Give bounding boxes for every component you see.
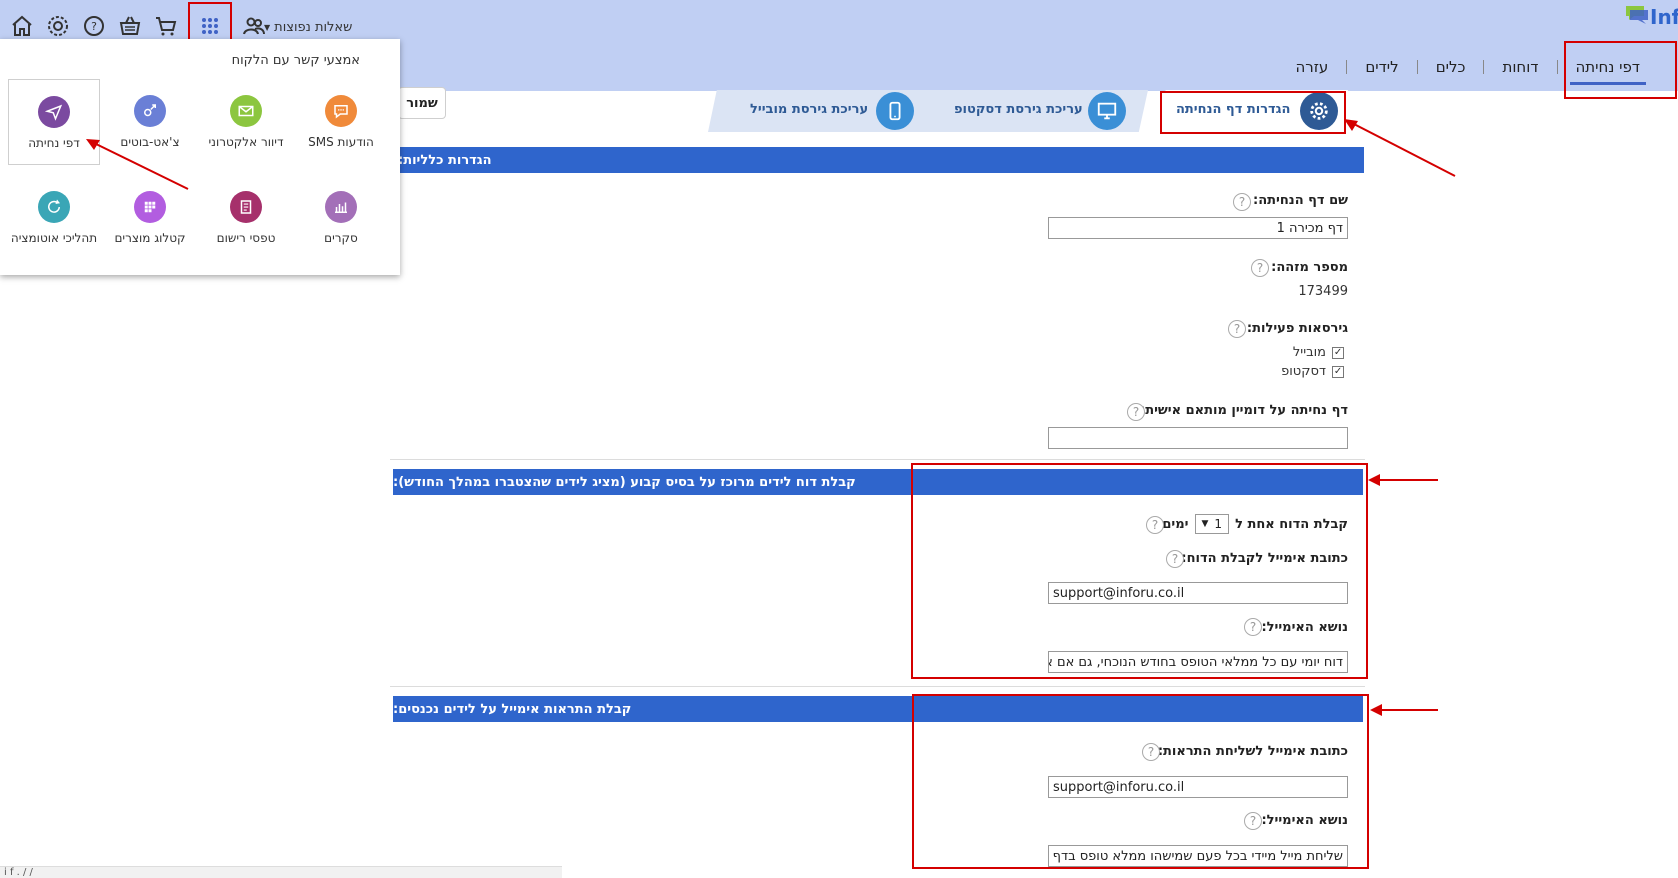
annotation-arrow-alerts bbox=[1370, 704, 1438, 716]
sms-icon bbox=[325, 95, 357, 127]
form-icon bbox=[230, 191, 262, 223]
nav-help[interactable]: עזרה bbox=[1277, 58, 1346, 76]
mobile-icon bbox=[876, 92, 914, 130]
general-settings-header: הגדרות כלליות: bbox=[398, 147, 1364, 173]
faq-menu[interactable]: ▼ שאלות נפוצות bbox=[264, 20, 352, 35]
logo-text: Inf bbox=[1650, 5, 1678, 29]
annotation-box-alerts bbox=[912, 694, 1369, 869]
apps-grid-icon bbox=[202, 18, 218, 34]
nav-reports[interactable]: דוחות bbox=[1484, 58, 1556, 76]
id-value: 173499 bbox=[1298, 284, 1348, 299]
divider bbox=[390, 686, 1365, 687]
app-automation-label: תהליכי אוטומציה bbox=[10, 231, 98, 245]
basket-icon[interactable] bbox=[116, 12, 144, 40]
annotation-arrow-report bbox=[1368, 474, 1438, 486]
help-circle-icon[interactable]: ? bbox=[1127, 403, 1145, 421]
nav-tools[interactable]: כלים bbox=[1418, 58, 1484, 76]
desktop-icon bbox=[1088, 92, 1126, 130]
header-icons: ? bbox=[8, 2, 276, 50]
email-icon bbox=[230, 95, 262, 127]
app-sms[interactable]: הודעות SMS bbox=[295, 79, 387, 165]
nav-separator bbox=[1416, 60, 1418, 74]
apps-dropdown: אמצעי קשר עם הלקוח הודעות SMS דיוור אלקט… bbox=[0, 39, 400, 275]
help-circle-icon[interactable]: ? bbox=[1228, 320, 1246, 338]
bar-chart-icon bbox=[325, 191, 357, 223]
app-landing-pages-label: דפי נחיתה bbox=[28, 136, 80, 150]
custom-domain-input[interactable] bbox=[1048, 427, 1348, 449]
app-forms[interactable]: טפסי רישום bbox=[200, 175, 292, 261]
chatbot-icon bbox=[134, 95, 166, 127]
annotation-arrow-settings bbox=[1344, 119, 1456, 177]
nav-leads[interactable]: לידים bbox=[1347, 58, 1416, 76]
app-sms-label: הודעות SMS bbox=[308, 135, 374, 149]
version-mobile-row: ✓ מובייל bbox=[1293, 345, 1344, 360]
app-catalog-label: קטלוג מוצרים bbox=[114, 231, 186, 245]
app-email[interactable]: דיוור אלקטרוני bbox=[200, 79, 292, 165]
save-button[interactable]: שמור bbox=[398, 87, 446, 119]
id-label: מספר מזהה: bbox=[1271, 260, 1348, 275]
gear-icon[interactable] bbox=[44, 12, 72, 40]
annotation-box-report bbox=[911, 463, 1368, 679]
caret-down-icon: ▼ bbox=[264, 23, 271, 32]
app-forms-label: טפסי רישום bbox=[216, 231, 276, 245]
nav-separator bbox=[1346, 60, 1348, 74]
help-circle-icon[interactable]: ? bbox=[1233, 193, 1251, 211]
faq-label: שאלות נפוצות bbox=[274, 20, 353, 35]
version-mobile-checkbox[interactable]: ✓ bbox=[1332, 346, 1344, 359]
version-desktop-checkbox[interactable]: ✓ bbox=[1332, 365, 1344, 378]
help-circle-icon[interactable]: ? bbox=[1251, 259, 1269, 277]
version-mobile-label: מובייל bbox=[1292, 345, 1326, 360]
refresh-cycle-icon bbox=[38, 191, 70, 223]
divider bbox=[390, 459, 1365, 460]
help-icon[interactable]: ? bbox=[80, 12, 108, 40]
landing-name-label: שם דף הנחיתה: bbox=[1253, 193, 1348, 208]
step-mobile-label: עריכת גירסת מובייל bbox=[750, 102, 869, 117]
home-icon[interactable] bbox=[8, 12, 36, 40]
app-surveys[interactable]: סקרים bbox=[295, 175, 387, 261]
app-surveys-label: סקרים bbox=[324, 231, 358, 245]
custom-domain-label: דף נחיתה על דומיין מותאם אישית: bbox=[1140, 403, 1348, 418]
active-versions-label: גירסאות פעילות: bbox=[1246, 321, 1348, 336]
landing-name-input[interactable]: דף מכירה 1 bbox=[1048, 217, 1348, 239]
cart-icon[interactable] bbox=[152, 12, 180, 40]
catalog-icon bbox=[134, 191, 166, 223]
inforu-logo: Inf bbox=[1626, 5, 1678, 29]
nav-separator bbox=[1483, 60, 1485, 74]
annotation-box-settings-tab bbox=[1160, 91, 1346, 134]
apps-dropdown-title: אמצעי קשר עם הלקוח bbox=[231, 53, 360, 68]
status-bar: i f . / / bbox=[0, 866, 562, 878]
send-plane-icon bbox=[38, 96, 70, 128]
version-desktop-row: ✓ דסקטופ bbox=[1281, 364, 1344, 379]
version-desktop-label: דסקטופ bbox=[1281, 364, 1326, 379]
annotation-arrow-landing-pages bbox=[86, 139, 189, 190]
annotation-box-nav bbox=[1564, 41, 1677, 99]
app-email-label: דיוור אלקטרוני bbox=[208, 135, 284, 149]
svg-text:?: ? bbox=[91, 20, 97, 33]
step-desktop-label: עריכת גירסת דסקטופ bbox=[954, 102, 1083, 117]
